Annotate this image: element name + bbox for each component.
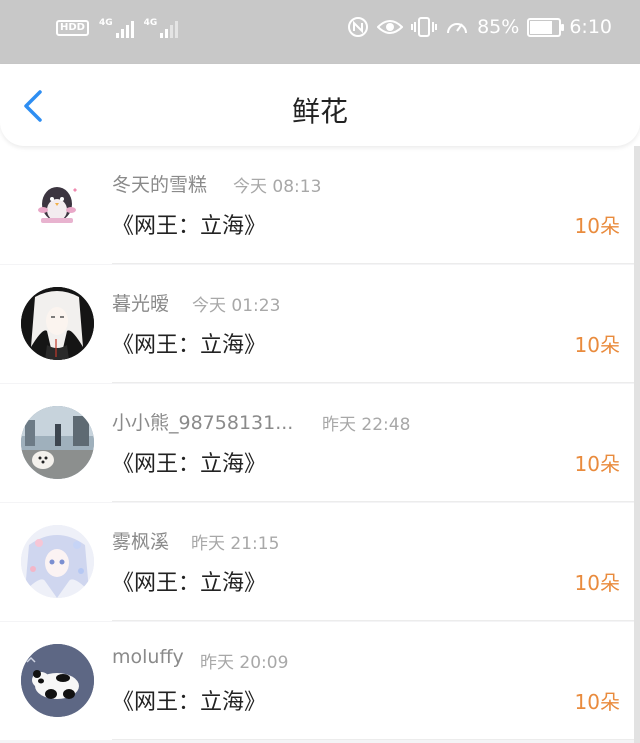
book-title[interactable]: 《网王：立海》 [112, 684, 266, 716]
battery-icon [527, 17, 565, 37]
book-title[interactable]: 《网王：立海》 [112, 446, 266, 478]
avatar[interactable] [21, 644, 94, 717]
scroll-shade [634, 146, 640, 743]
divider [112, 263, 634, 264]
signal-icon: 4G [99, 18, 134, 38]
flower-count: 10朵 [574, 452, 620, 476]
list-item[interactable]: 冬天的雪糕 今天 08:13 《网王：立海》 10朵 [0, 146, 634, 264]
status-left: HDD 4G 4G [56, 18, 179, 38]
timestamp: 今天 08:13 [233, 177, 322, 197]
divider [112, 501, 634, 502]
divider [112, 620, 634, 621]
hd-sub-label: D [76, 22, 85, 33]
divider [112, 382, 634, 383]
username[interactable]: moluffy [112, 646, 184, 668]
list-item[interactable]: 小小熊_98758131... 昨天 22:48 《网王：立海》 10朵 [0, 384, 634, 502]
timestamp: 昨天 21:15 [191, 534, 280, 554]
username[interactable]: 雾枫溪 [112, 527, 169, 554]
username[interactable]: 暮光暧 [112, 289, 169, 316]
penguin-avatar [38, 187, 77, 223]
book-title[interactable]: 《网王：立海》 [112, 565, 266, 597]
nav-bar: 鲜花 [0, 64, 640, 146]
anime-girl-avatar [21, 525, 94, 598]
hd-label: HD [60, 22, 77, 33]
signal-label: 4G [143, 18, 158, 28]
signal-icon: 4G [144, 18, 179, 38]
book-title[interactable]: 《网王：立海》 [112, 327, 266, 359]
flower-count: 10朵 [574, 571, 620, 595]
flower-count: 10朵 [574, 333, 620, 357]
list-item[interactable]: 暮光暧 今天 01:23 《网王：立海》 10朵 [0, 265, 634, 383]
battery-fill [530, 20, 553, 34]
vibrate-icon [411, 17, 438, 37]
book-title[interactable]: 《网王：立海》 [112, 208, 266, 240]
avatar[interactable] [21, 525, 94, 598]
clock: 6:10 [569, 16, 612, 38]
nfc-icon [348, 17, 369, 37]
username[interactable]: 小小熊_98758131... [112, 408, 293, 435]
anime-boy-avatar [21, 287, 94, 360]
status-right: 85% 6:10 [347, 16, 612, 38]
page-title: 鲜花 [291, 95, 348, 128]
list-item[interactable]: 雾枫溪 昨天 21:15 《网王：立海》 10朵 [0, 503, 634, 621]
hd-voice-icon: HDD [56, 20, 89, 36]
speed-icon [447, 23, 468, 34]
timestamp: 今天 01:23 [192, 296, 281, 316]
avatar[interactable] [21, 406, 94, 479]
eye-icon [377, 20, 404, 34]
dog-photo-avatar [21, 406, 94, 479]
timestamp: 昨天 22:48 [322, 415, 411, 435]
divider [112, 739, 634, 740]
username[interactable]: 冬天的雪糕 [112, 170, 207, 197]
signal-label: 4G [98, 18, 113, 28]
battery-percent: 85% [477, 16, 520, 38]
avatar[interactable] [21, 168, 94, 241]
timestamp: 昨天 20:09 [200, 653, 289, 673]
list-item[interactable]: moluffy 昨天 20:09 《网王：立海》 10朵 [0, 622, 634, 740]
panda-avatar [21, 644, 94, 717]
avatar[interactable] [21, 287, 94, 360]
status-bar: HDD 4G 4G 85% 6:10 [0, 0, 640, 64]
flower-list: 冬天的雪糕 今天 08:13 《网王：立海》 10朵 暮光暧 今天 01:23 … [0, 146, 640, 743]
flower-count: 10朵 [574, 690, 620, 714]
flower-count: 10朵 [574, 214, 620, 238]
